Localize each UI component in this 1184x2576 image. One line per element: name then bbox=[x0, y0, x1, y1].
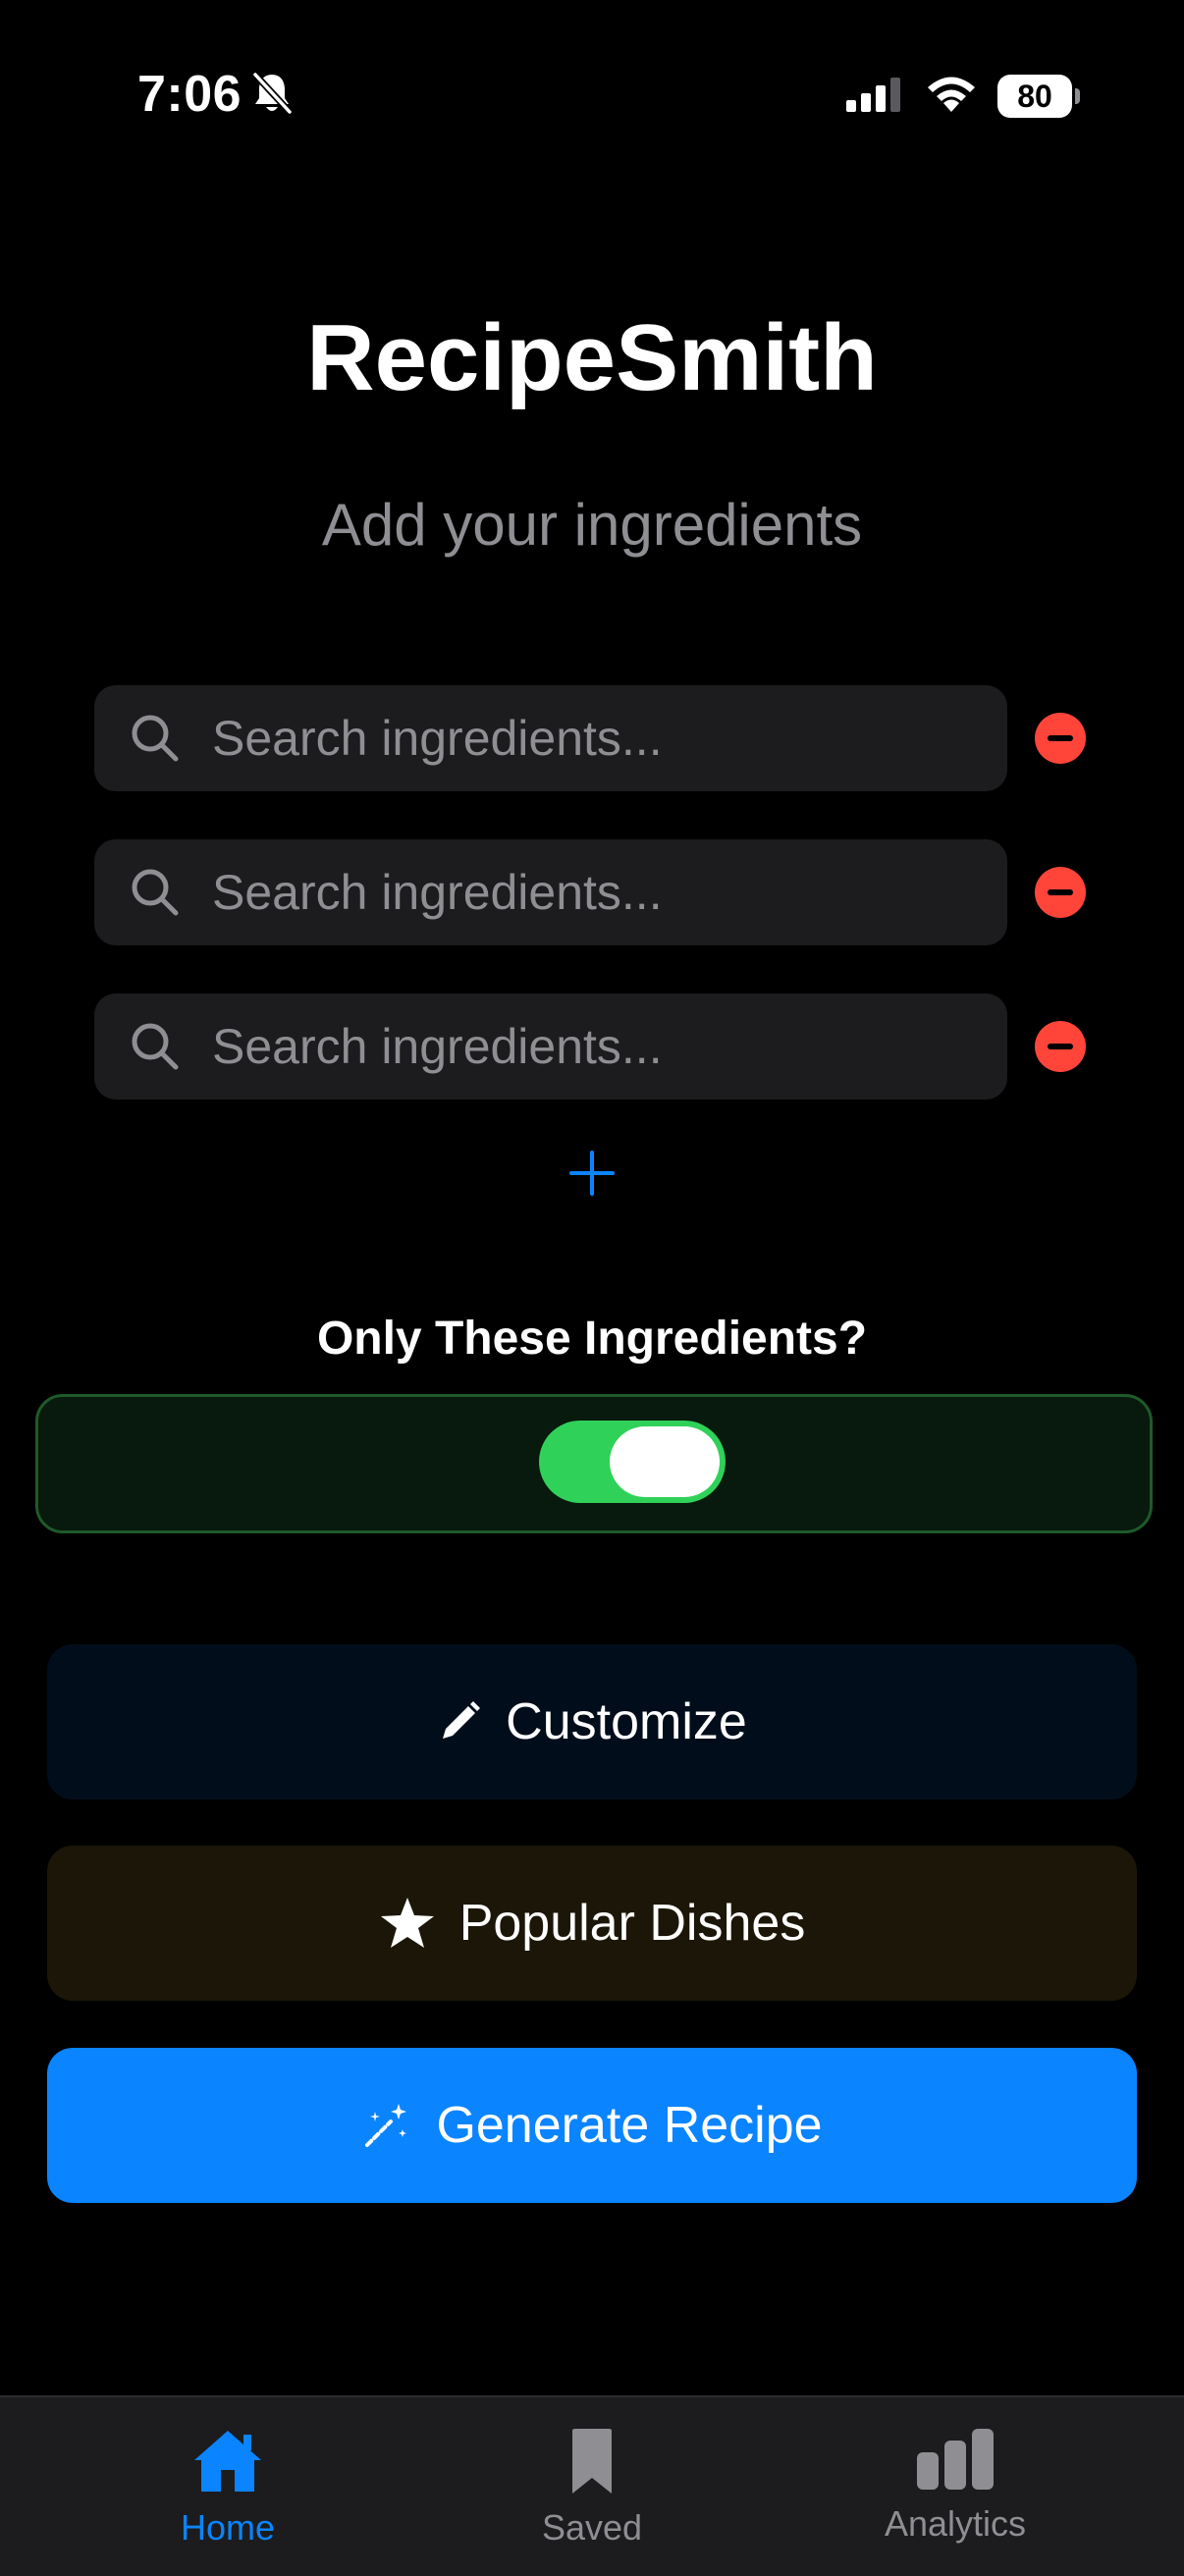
remove-ingredient-button[interactable] bbox=[1035, 867, 1086, 918]
search-icon bbox=[132, 869, 179, 916]
house-icon bbox=[194, 2431, 261, 2492]
popular-dishes-button[interactable]: Popular Dishes bbox=[47, 1846, 1137, 2001]
only-these-toggle[interactable] bbox=[539, 1421, 726, 1503]
tab-saved[interactable]: Saved bbox=[445, 2397, 739, 2576]
remove-ingredient-button[interactable] bbox=[1035, 713, 1086, 764]
tab-bar: Home Saved Analytics bbox=[0, 2395, 1184, 2576]
tab-home[interactable]: Home bbox=[81, 2397, 375, 2576]
page-subtitle: Add your ingredients bbox=[321, 492, 863, 558]
only-these-label: Only These Ingredients? bbox=[316, 1313, 868, 1365]
bar-chart-icon bbox=[917, 2429, 994, 2490]
signal-icon bbox=[846, 78, 900, 112]
ingredient-search-input[interactable] bbox=[212, 839, 978, 945]
generate-recipe-label: Generate Recipe bbox=[436, 2097, 823, 2154]
status-bar: 7:06 80 bbox=[0, 0, 1184, 196]
add-ingredient-button[interactable] bbox=[567, 1149, 617, 1198]
ingredient-search-field[interactable] bbox=[94, 993, 1007, 1100]
minus-circle-icon bbox=[1048, 735, 1073, 741]
status-time: 7:06 bbox=[137, 66, 242, 123]
ingredient-row bbox=[94, 993, 1086, 1100]
generate-recipe-button[interactable]: Generate Recipe bbox=[47, 2048, 1137, 2203]
ingredient-search-input[interactable] bbox=[212, 685, 978, 791]
minus-circle-icon bbox=[1048, 889, 1073, 895]
pencil-icon bbox=[443, 1701, 481, 1739]
magic-wand-icon bbox=[365, 2104, 407, 2147]
search-icon bbox=[132, 1023, 179, 1070]
search-icon bbox=[132, 715, 179, 762]
remove-ingredient-button[interactable] bbox=[1035, 1021, 1086, 1072]
app-title: RecipeSmith bbox=[306, 305, 878, 410]
ingredient-search-field[interactable] bbox=[94, 685, 1007, 791]
ingredient-search-field[interactable] bbox=[94, 839, 1007, 945]
ingredient-row bbox=[94, 839, 1086, 945]
customize-label: Customize bbox=[506, 1693, 747, 1750]
ingredient-row bbox=[94, 685, 1086, 791]
tab-analytics-label: Analytics bbox=[884, 2503, 1027, 2544]
star-icon bbox=[380, 1898, 434, 1948]
wifi-icon bbox=[928, 77, 975, 112]
minus-circle-icon bbox=[1048, 1044, 1073, 1049]
popular-dishes-label: Popular Dishes bbox=[458, 1895, 806, 1952]
customize-button[interactable]: Customize bbox=[47, 1644, 1137, 1799]
tab-home-label: Home bbox=[180, 2507, 276, 2548]
tab-analytics[interactable]: Analytics bbox=[808, 2397, 1103, 2576]
battery-icon: 80 bbox=[997, 75, 1080, 118]
battery-level: 80 bbox=[1017, 79, 1052, 114]
bell-slash-icon bbox=[252, 72, 293, 115]
ingredient-search-input[interactable] bbox=[212, 993, 978, 1100]
toggle-knob bbox=[610, 1426, 720, 1497]
tab-saved-label: Saved bbox=[541, 2507, 643, 2548]
bookmark-icon bbox=[572, 2429, 612, 2494]
only-these-panel bbox=[35, 1394, 1153, 1533]
